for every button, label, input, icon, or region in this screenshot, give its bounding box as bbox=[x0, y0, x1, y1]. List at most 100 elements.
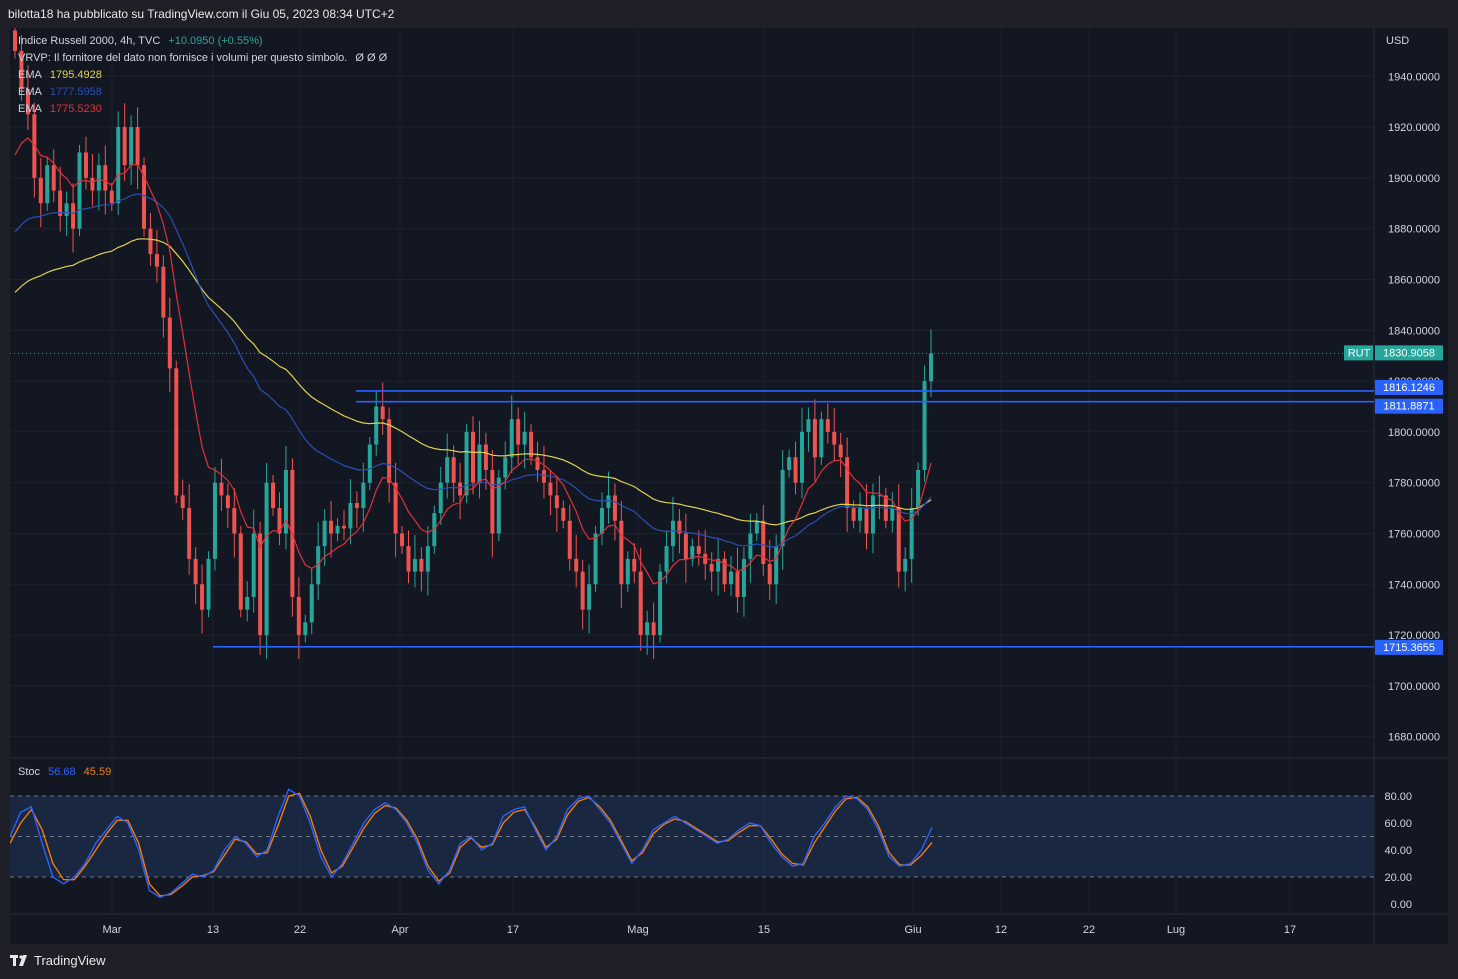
candle-down[interactable] bbox=[451, 457, 456, 483]
candle-down[interactable] bbox=[696, 546, 701, 554]
candle-down[interactable] bbox=[574, 558, 579, 572]
candle-down[interactable] bbox=[638, 571, 643, 636]
candle-up[interactable] bbox=[858, 508, 863, 521]
candle-up[interactable] bbox=[303, 622, 308, 636]
tradingview-logo[interactable]: TradingView bbox=[10, 953, 106, 968]
candle-up[interactable] bbox=[64, 203, 69, 216]
candle-down[interactable] bbox=[400, 533, 405, 547]
candle-down[interactable] bbox=[535, 457, 540, 470]
candle-down[interactable] bbox=[709, 563, 714, 572]
candle-down[interactable] bbox=[896, 508, 901, 572]
candle-up[interactable] bbox=[212, 482, 217, 559]
candle-down[interactable] bbox=[38, 177, 43, 204]
candle-up[interactable] bbox=[606, 495, 611, 509]
candle-up[interactable] bbox=[587, 584, 592, 610]
candle-down[interactable] bbox=[258, 533, 263, 636]
candle-down[interactable] bbox=[812, 419, 817, 458]
candle-up[interactable] bbox=[129, 127, 134, 166]
candle-up[interactable] bbox=[251, 533, 256, 597]
candle-down[interactable] bbox=[683, 533, 688, 559]
candle-down[interactable] bbox=[838, 444, 843, 458]
candle-up[interactable] bbox=[503, 457, 508, 478]
candle-down[interactable] bbox=[651, 622, 656, 636]
candle-down[interactable] bbox=[58, 190, 63, 216]
candle-down[interactable] bbox=[490, 469, 495, 534]
candle-down[interactable] bbox=[232, 508, 237, 534]
candle-up[interactable] bbox=[748, 533, 753, 559]
candle-down[interactable] bbox=[554, 495, 559, 509]
candle-down[interactable] bbox=[548, 482, 553, 496]
candle-up[interactable] bbox=[425, 546, 430, 572]
chart-svg[interactable]: USD 1940.0000 1920.0000 1900.0000 1880.0000 1… bbox=[10, 28, 1448, 944]
candle-down[interactable] bbox=[174, 368, 179, 496]
candle-up[interactable] bbox=[799, 431, 804, 483]
candle-up[interactable] bbox=[870, 495, 875, 534]
candle-down[interactable] bbox=[135, 127, 140, 166]
candle-down[interactable] bbox=[219, 482, 224, 496]
candle-up[interactable] bbox=[909, 508, 914, 559]
candle-down[interactable] bbox=[632, 558, 637, 572]
candle-up[interactable] bbox=[367, 444, 372, 483]
candle-down[interactable] bbox=[580, 571, 585, 610]
candle-down[interactable] bbox=[864, 508, 869, 534]
candle-down[interactable] bbox=[90, 177, 95, 191]
candle-down[interactable] bbox=[109, 190, 114, 204]
candle-down[interactable] bbox=[238, 533, 243, 610]
candle-up[interactable] bbox=[522, 431, 527, 445]
candle-down[interactable] bbox=[541, 469, 546, 483]
candle-up[interactable] bbox=[774, 546, 779, 585]
candle-down[interactable] bbox=[406, 546, 411, 572]
candle-up[interactable] bbox=[903, 558, 908, 572]
candle-up[interactable] bbox=[45, 165, 50, 204]
candle-down[interactable] bbox=[387, 419, 392, 483]
candle-down[interactable] bbox=[419, 558, 424, 572]
candle-up[interactable] bbox=[77, 152, 82, 229]
candle-up[interactable] bbox=[116, 127, 121, 204]
candle-up[interactable] bbox=[645, 622, 650, 636]
candle-down[interactable] bbox=[567, 520, 572, 559]
candle-down[interactable] bbox=[83, 152, 88, 178]
candle-down[interactable] bbox=[845, 457, 850, 509]
candle-down[interactable] bbox=[329, 520, 334, 534]
candle-up[interactable] bbox=[96, 165, 101, 191]
candle-up[interactable] bbox=[361, 482, 366, 509]
candle-up[interactable] bbox=[322, 520, 327, 547]
candle-down[interactable] bbox=[561, 508, 566, 521]
candle-up[interactable] bbox=[670, 520, 675, 547]
candle-up[interactable] bbox=[412, 558, 417, 572]
candle-up[interactable] bbox=[245, 596, 250, 610]
candle-down[interactable] bbox=[516, 419, 521, 445]
candle-down[interactable] bbox=[167, 317, 172, 369]
candle-down[interactable] bbox=[612, 495, 617, 521]
candle-up[interactable] bbox=[780, 469, 785, 547]
candle-down[interactable] bbox=[154, 254, 159, 267]
candle-down[interactable] bbox=[380, 406, 385, 420]
candle-down[interactable] bbox=[619, 520, 624, 585]
candle-down[interactable] bbox=[471, 431, 475, 483]
candle-down[interactable] bbox=[148, 228, 153, 255]
candle-down[interactable] bbox=[832, 431, 837, 445]
candle-up[interactable] bbox=[335, 525, 340, 534]
candle-down[interactable] bbox=[103, 165, 108, 191]
candle-up[interactable] bbox=[264, 482, 269, 636]
candle-down[interactable] bbox=[354, 502, 359, 509]
candle-down[interactable] bbox=[180, 495, 185, 509]
candle-up[interactable] bbox=[787, 457, 792, 470]
candle-up[interactable] bbox=[664, 546, 669, 572]
candle-down[interactable] bbox=[271, 482, 276, 509]
candle-up[interactable] bbox=[509, 419, 514, 458]
chart-panel[interactable]: USD 1940.0000 1920.0000 1900.0000 1880.0000 1… bbox=[10, 28, 1448, 944]
candle-up[interactable] bbox=[438, 482, 443, 514]
candle-down[interactable] bbox=[193, 558, 198, 585]
candle-up[interactable] bbox=[729, 571, 734, 585]
candle-down[interactable] bbox=[71, 203, 76, 229]
candle-down[interactable] bbox=[51, 165, 56, 191]
candle-down[interactable] bbox=[200, 584, 205, 610]
candle-up[interactable] bbox=[374, 406, 379, 445]
candle-up[interactable] bbox=[819, 419, 824, 458]
candle-down[interactable] bbox=[13, 30, 17, 51]
candle-up[interactable] bbox=[477, 444, 482, 483]
candle-up[interactable] bbox=[890, 508, 895, 521]
candle-up[interactable] bbox=[206, 558, 211, 610]
candle-up[interactable] bbox=[877, 495, 882, 497]
